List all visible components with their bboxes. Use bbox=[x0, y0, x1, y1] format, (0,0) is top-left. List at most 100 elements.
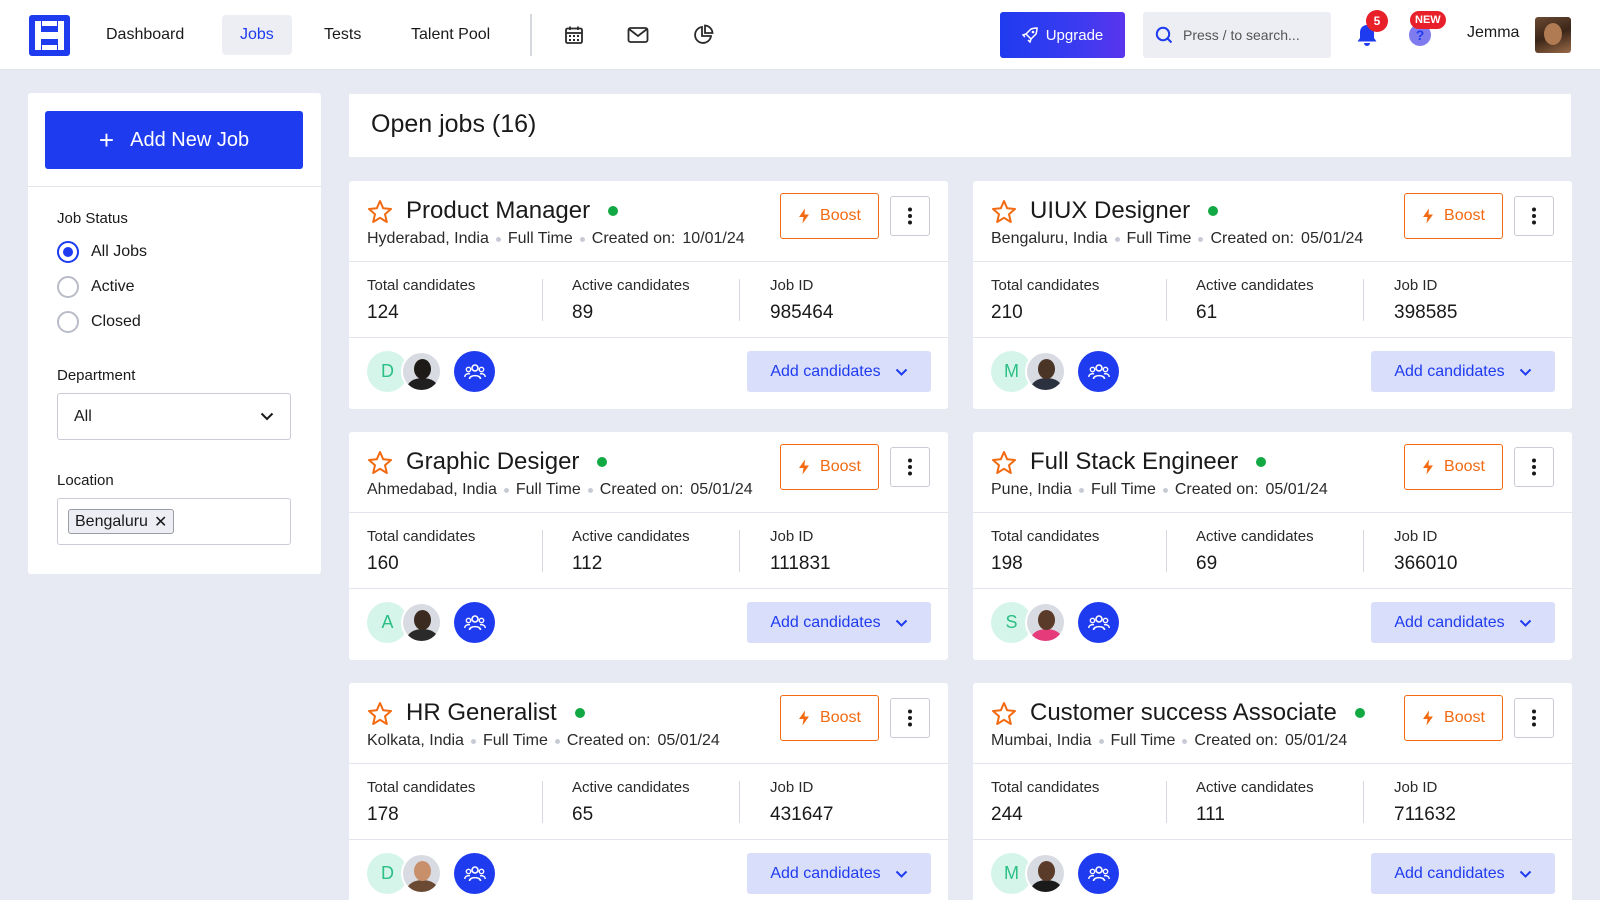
star-icon[interactable] bbox=[991, 199, 1017, 225]
meta-separator bbox=[1182, 738, 1188, 744]
add-candidates-button[interactable]: Add candidates bbox=[1371, 853, 1555, 894]
active-candidates-label: Active candidates bbox=[1196, 277, 1314, 294]
nav-tests[interactable]: Tests bbox=[306, 15, 379, 55]
star-icon[interactable] bbox=[991, 701, 1017, 727]
job-id-label: Job ID bbox=[1394, 779, 1438, 796]
location-input[interactable]: Bengaluru ✕ bbox=[57, 498, 291, 545]
candidate-group-button[interactable] bbox=[454, 602, 495, 643]
job-type: Full Time bbox=[515, 481, 581, 498]
nav-dashboard[interactable]: Dashboard bbox=[88, 15, 202, 55]
job-location: Pune, India bbox=[991, 481, 1072, 498]
candidate-avatar-photo[interactable] bbox=[401, 351, 442, 392]
job-id-stat: Job ID 366010 bbox=[1394, 528, 1457, 575]
boost-button[interactable]: Boost bbox=[780, 444, 879, 490]
chevron-down-icon bbox=[260, 412, 274, 421]
calendar-icon[interactable] bbox=[561, 22, 587, 48]
nav-jobs[interactable]: Jobs bbox=[222, 15, 292, 55]
star-icon[interactable] bbox=[367, 701, 393, 727]
add-candidates-button[interactable]: Add candidates bbox=[747, 602, 931, 643]
status-dot bbox=[608, 206, 619, 216]
candidate-group-button[interactable] bbox=[1078, 853, 1119, 894]
user-name[interactable]: Jemma bbox=[1467, 24, 1519, 42]
status-dot bbox=[1256, 457, 1267, 467]
job-created-date: 05/01/24 bbox=[657, 732, 720, 749]
boost-button[interactable]: Boost bbox=[1404, 193, 1503, 239]
star-icon[interactable] bbox=[991, 450, 1017, 476]
users-group-icon bbox=[1087, 865, 1110, 881]
candidate-avatar-photo[interactable] bbox=[1025, 853, 1066, 894]
boost-button[interactable]: Boost bbox=[1404, 695, 1503, 741]
radio-all-jobs-control[interactable] bbox=[57, 241, 79, 263]
job-meta: Bengaluru, India Full Time Created on: 0… bbox=[991, 230, 1363, 248]
candidate-avatar-photo[interactable] bbox=[1025, 602, 1066, 643]
department-select[interactable]: All bbox=[57, 393, 291, 440]
candidate-avatar-photo[interactable] bbox=[401, 602, 442, 643]
active-candidates-stat: Active candidates 89 bbox=[572, 277, 690, 324]
add-candidates-button[interactable]: Add candidates bbox=[747, 351, 931, 392]
candidate-group-button[interactable] bbox=[1078, 351, 1119, 392]
job-title[interactable]: Product Manager bbox=[406, 197, 619, 225]
meta-separator bbox=[470, 738, 476, 744]
app-logo[interactable] bbox=[29, 15, 70, 56]
more-options-button[interactable] bbox=[890, 698, 930, 738]
candidate-group-button[interactable] bbox=[454, 351, 495, 392]
search-box[interactable] bbox=[1143, 12, 1331, 58]
more-options-button[interactable] bbox=[1514, 698, 1554, 738]
job-title[interactable]: Full Stack Engineer bbox=[1030, 448, 1267, 476]
total-candidates-stat: Total candidates 244 bbox=[991, 779, 1099, 826]
mail-icon[interactable] bbox=[625, 22, 651, 48]
radio-active-label: Active bbox=[91, 278, 135, 295]
more-options-button[interactable] bbox=[890, 196, 930, 236]
pie-chart-icon[interactable] bbox=[690, 22, 716, 48]
meta-separator bbox=[554, 738, 560, 744]
add-candidates-button[interactable]: Add candidates bbox=[1371, 602, 1555, 643]
chevron-down-icon bbox=[895, 870, 907, 878]
lightning-icon bbox=[799, 459, 810, 475]
users-group-icon bbox=[463, 363, 486, 379]
candidate-avatar-photo[interactable] bbox=[401, 853, 442, 894]
nav-talent-pool[interactable]: Talent Pool bbox=[393, 15, 508, 55]
close-icon[interactable]: ✕ bbox=[154, 512, 167, 532]
job-meta: Pune, India Full Time Created on: 05/01/… bbox=[991, 481, 1328, 499]
add-candidates-label: Add candidates bbox=[1394, 613, 1505, 631]
search-input[interactable] bbox=[1183, 27, 1313, 43]
candidate-avatar-photo[interactable] bbox=[1025, 351, 1066, 392]
user-avatar[interactable] bbox=[1535, 17, 1571, 53]
radio-active-control[interactable] bbox=[57, 276, 79, 298]
radio-all-jobs[interactable]: All Jobs bbox=[57, 241, 147, 263]
job-location: Mumbai, India bbox=[991, 732, 1092, 749]
job-title[interactable]: HR Generalist bbox=[406, 699, 585, 727]
star-icon[interactable] bbox=[367, 450, 393, 476]
job-title[interactable]: UIUX Designer bbox=[1030, 197, 1219, 225]
more-options-button[interactable] bbox=[1514, 196, 1554, 236]
total-candidates-label: Total candidates bbox=[367, 779, 476, 796]
job-location: Ahmedabad, India bbox=[367, 481, 497, 498]
job-title[interactable]: Graphic Desiger bbox=[406, 448, 608, 476]
stat-divider bbox=[739, 530, 740, 572]
job-card: Graphic Desiger Ahmedabad, India Full Ti… bbox=[349, 432, 948, 660]
more-options-button[interactable] bbox=[1514, 447, 1554, 487]
add-candidates-label: Add candidates bbox=[1394, 362, 1505, 380]
add-candidates-button[interactable]: Add candidates bbox=[747, 853, 931, 894]
add-candidates-button[interactable]: Add candidates bbox=[1371, 351, 1555, 392]
job-title-text: Full Stack Engineer bbox=[1030, 448, 1239, 475]
candidate-group-button[interactable] bbox=[1078, 602, 1119, 643]
add-new-job-button[interactable]: + Add New Job bbox=[45, 111, 303, 169]
job-id-label: Job ID bbox=[770, 779, 814, 796]
candidate-group-button[interactable] bbox=[454, 853, 495, 894]
boost-button[interactable]: Boost bbox=[780, 193, 879, 239]
radio-closed[interactable]: Closed bbox=[57, 311, 141, 333]
star-icon[interactable] bbox=[367, 199, 393, 225]
job-title[interactable]: Customer success Associate bbox=[1030, 699, 1365, 727]
radio-active[interactable]: Active bbox=[57, 276, 135, 298]
lightning-icon bbox=[1423, 208, 1434, 224]
active-candidates-stat: Active candidates 111 bbox=[1196, 779, 1314, 826]
job-type: Full Time bbox=[1090, 481, 1156, 498]
radio-closed-control[interactable] bbox=[57, 311, 79, 333]
upgrade-button[interactable]: Upgrade bbox=[1000, 12, 1125, 58]
boost-button[interactable]: Boost bbox=[780, 695, 879, 741]
total-candidates-value: 244 bbox=[991, 804, 1023, 825]
boost-button[interactable]: Boost bbox=[1404, 444, 1503, 490]
more-options-button[interactable] bbox=[890, 447, 930, 487]
users-group-icon bbox=[1087, 614, 1110, 630]
